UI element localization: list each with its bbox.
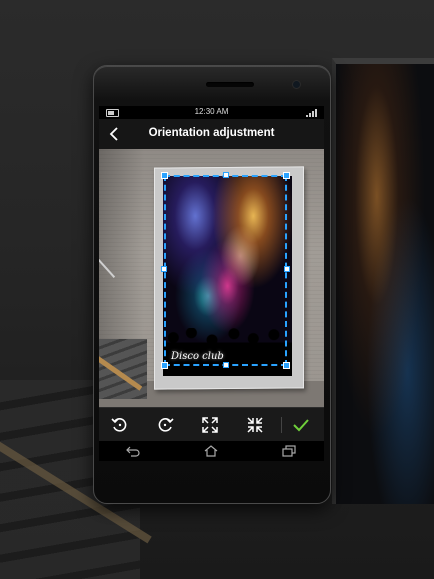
rotate-right-icon[interactable] [155,415,175,435]
navigation-bar [99,441,324,461]
front-camera [292,80,301,89]
background-poster-panel [332,58,434,504]
nav-recent-apps-icon[interactable] [281,445,297,457]
earpiece-speaker [206,82,254,87]
crop-handle-bottom-left[interactable] [161,362,168,369]
crop-handle-right[interactable] [284,266,290,272]
checkmark-icon[interactable] [291,415,311,435]
crop-outline[interactable] [164,175,287,366]
expand-icon[interactable] [200,415,220,435]
crop-handle-bottom-right[interactable] [283,362,290,369]
photo-preview: Disco club [99,149,324,407]
collapse-icon[interactable] [245,415,265,435]
nav-home-icon[interactable] [203,445,219,457]
signal-icon [306,109,318,117]
crop-handle-top[interactable] [223,172,229,178]
title-bar: Orientation adjustment [99,119,324,149]
phone-screen: 12:30 AM Orientation adjustment Disco cl [99,106,324,461]
smartphone: 12:30 AM Orientation adjustment Disco cl [93,65,331,504]
rotate-left-icon[interactable] [110,415,130,435]
toolbar-divider [281,417,282,433]
wall-handrail [99,257,116,278]
nav-back-icon[interactable] [125,445,141,457]
status-time: 12:30 AM [194,107,229,116]
status-bar: 12:30 AM [99,106,324,119]
page-title: Orientation adjustment [148,127,275,139]
crop-handle-top-left[interactable] [161,172,168,179]
crop-handle-top-right[interactable] [283,172,290,179]
crop-handle-left[interactable] [161,266,167,272]
crop-handle-bottom[interactable] [223,362,229,368]
edit-toolbar [99,407,324,442]
